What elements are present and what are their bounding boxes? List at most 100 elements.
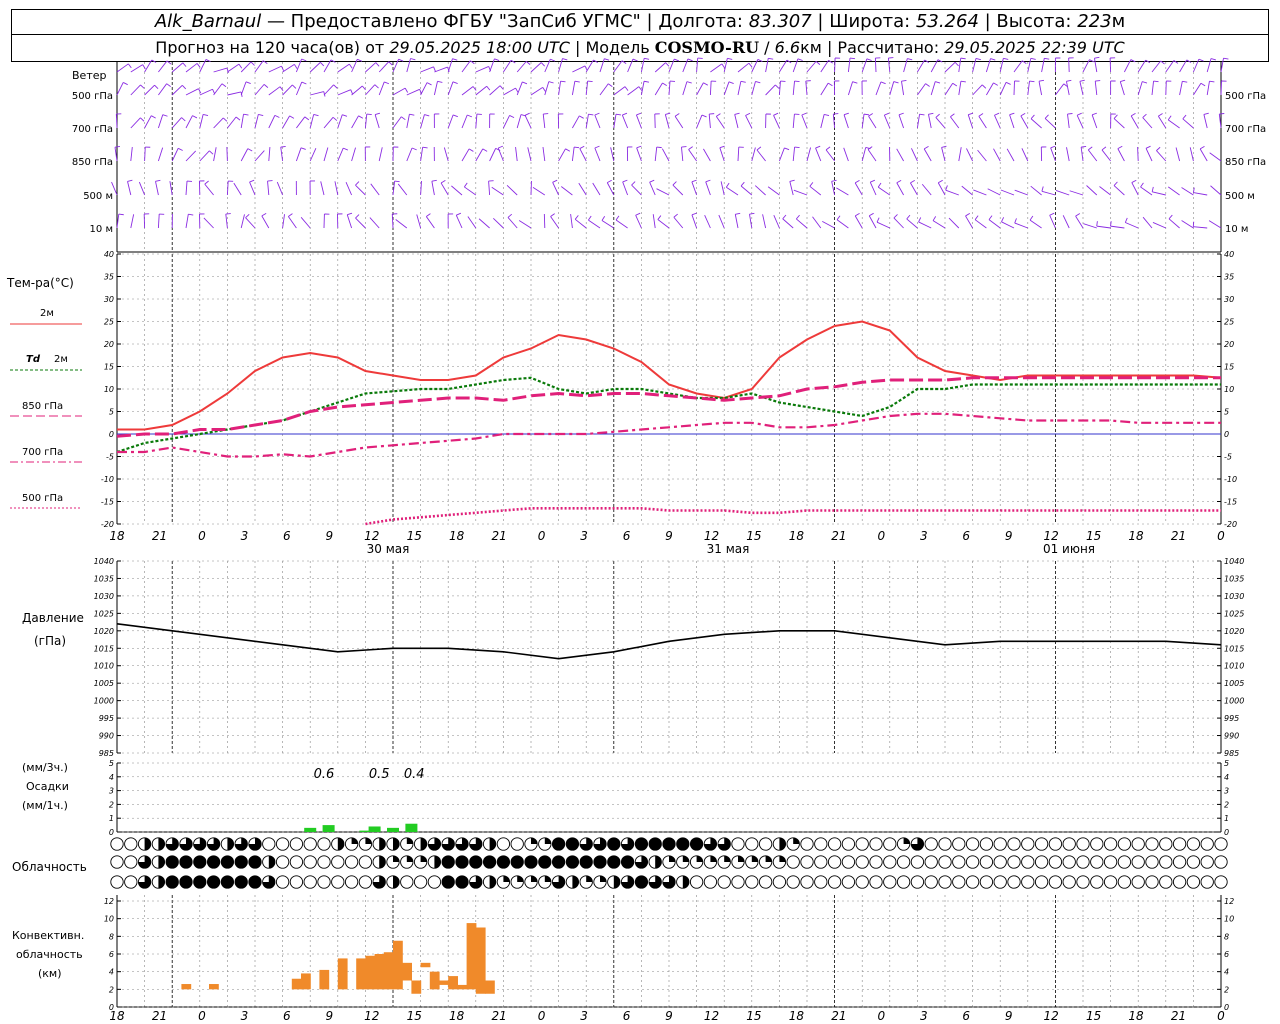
wind-barb-flag — [1120, 79, 1126, 83]
cloud-cover-symbol — [344, 855, 359, 869]
wind-barb-flag — [918, 217, 922, 223]
cloud-cover-full — [455, 855, 469, 869]
wind-barb — [1142, 117, 1153, 129]
wind-barb-flag — [509, 115, 515, 119]
wind-barb-flag — [562, 58, 568, 61]
y-tick-label: 1030 — [94, 592, 114, 601]
wind-barb — [323, 147, 329, 162]
cloud-cover-symbol — [1200, 837, 1214, 851]
wind-barb-flag — [486, 85, 491, 91]
cloud-cover-symbol — [717, 875, 731, 889]
cloud-cover-sector — [517, 875, 524, 882]
wind-barb — [560, 186, 573, 196]
wind-barb-flag — [182, 62, 187, 67]
wind-barb-flag — [540, 62, 546, 67]
precipitation-panel: 0 0 1 1 2 2 3 3 4 4 5 5 0.6 0.5 0.4 — [109, 759, 1229, 837]
cloud-cover-symbol — [869, 837, 883, 851]
wind-barb — [1086, 185, 1098, 196]
cloud-cover-symbol — [1145, 837, 1159, 851]
cloud-cover-symbol — [841, 875, 856, 889]
y-tick-label: 1040 — [94, 557, 114, 566]
wind-barb — [144, 115, 152, 129]
wind-barb — [1193, 226, 1208, 229]
wind-barb — [1082, 59, 1090, 73]
wind-barb — [636, 114, 642, 129]
conv-cloud-bar — [475, 927, 486, 994]
cloud-cover-sector — [613, 875, 620, 889]
wind-barb-flag — [768, 57, 774, 60]
cloud-cover-symbol — [952, 855, 966, 869]
wind-barb — [489, 58, 495, 73]
wind-barb-flag — [945, 185, 948, 191]
day-label: 31 мая — [707, 542, 750, 556]
wind-barb-flag — [866, 58, 872, 61]
x-tick-label-bottom: 12 — [1044, 1009, 1059, 1023]
wind-barb-flag — [735, 212, 741, 215]
cloud-cover-full — [511, 855, 524, 869]
wind-barb — [601, 220, 615, 229]
x-tick-label-bottom: 6 — [283, 1009, 291, 1023]
wind-level-label: 500 м — [83, 191, 113, 202]
conv-cloud-bar — [337, 958, 348, 990]
wind-barb — [579, 148, 587, 162]
cloud-cover-full — [483, 855, 496, 869]
wind-barb — [337, 114, 343, 129]
wind-barb-flag — [691, 179, 697, 183]
wind-barb — [570, 214, 573, 229]
wind-barb-flag — [624, 86, 629, 91]
wind-barb — [309, 62, 321, 73]
cloud-cover-sector — [268, 855, 275, 869]
wind-barb — [719, 147, 725, 162]
wind-barb — [847, 58, 851, 73]
wind-barb-flag — [565, 148, 571, 152]
wind-barb-flag — [1029, 80, 1035, 83]
wind-barb — [887, 58, 891, 73]
wind-barb — [709, 80, 712, 96]
wind-barb-flag — [409, 113, 415, 116]
wind-barb-flag — [123, 82, 128, 86]
wind-barb — [1206, 58, 1212, 73]
wind-barb-flag — [974, 215, 979, 220]
wind-barb — [822, 220, 835, 229]
wind-barb-flag — [1198, 58, 1204, 62]
wind-barb — [1096, 225, 1111, 229]
x-tick-label: 12 — [704, 529, 719, 543]
wind-barb — [365, 62, 377, 73]
conv-cloud-bar — [181, 984, 192, 990]
wind-barb — [1157, 115, 1167, 129]
wind-barb-flag — [688, 146, 693, 150]
wind-barb — [370, 183, 380, 196]
wind-barb — [718, 214, 725, 229]
wind-barb — [606, 182, 615, 196]
x-tick-label: 3 — [241, 529, 249, 543]
cloud-cover-symbol — [1007, 855, 1021, 869]
wind-barb-flag — [515, 87, 519, 93]
cloud-cover-sector — [379, 855, 386, 869]
wind-barb — [935, 117, 946, 129]
wind-barb — [240, 81, 247, 96]
wind-barb-flag — [587, 80, 593, 83]
wind-barb — [1137, 146, 1139, 162]
wind-barb — [843, 147, 849, 162]
cloud-cover-sector — [710, 855, 717, 862]
wind-barb — [737, 146, 740, 162]
wind-barb-flag — [507, 213, 513, 218]
wind-barb-flag — [795, 214, 800, 220]
cloud-cover-full — [593, 855, 607, 869]
wind-barb-flag — [910, 179, 915, 184]
y-tick-label: 1 — [1224, 814, 1229, 823]
cloud-cover-symbol — [110, 837, 124, 851]
x-tick-label-bottom: 0 — [198, 1009, 206, 1023]
wind-barb-flag — [665, 112, 671, 115]
cloud-cover-symbol — [703, 875, 718, 889]
wind-barb-flag — [876, 217, 880, 223]
wind-barb-flag — [225, 213, 231, 215]
wind-barb-flag — [288, 213, 293, 217]
wind-barb — [906, 218, 918, 229]
wind-barb — [1113, 118, 1125, 129]
cloud-cover-symbol — [1034, 855, 1049, 869]
x-tick-label-bottom: 6 — [962, 1009, 970, 1023]
wind-barb — [782, 218, 794, 229]
wind-barb-flag — [635, 212, 641, 216]
cloud-cover-symbol — [841, 837, 856, 851]
